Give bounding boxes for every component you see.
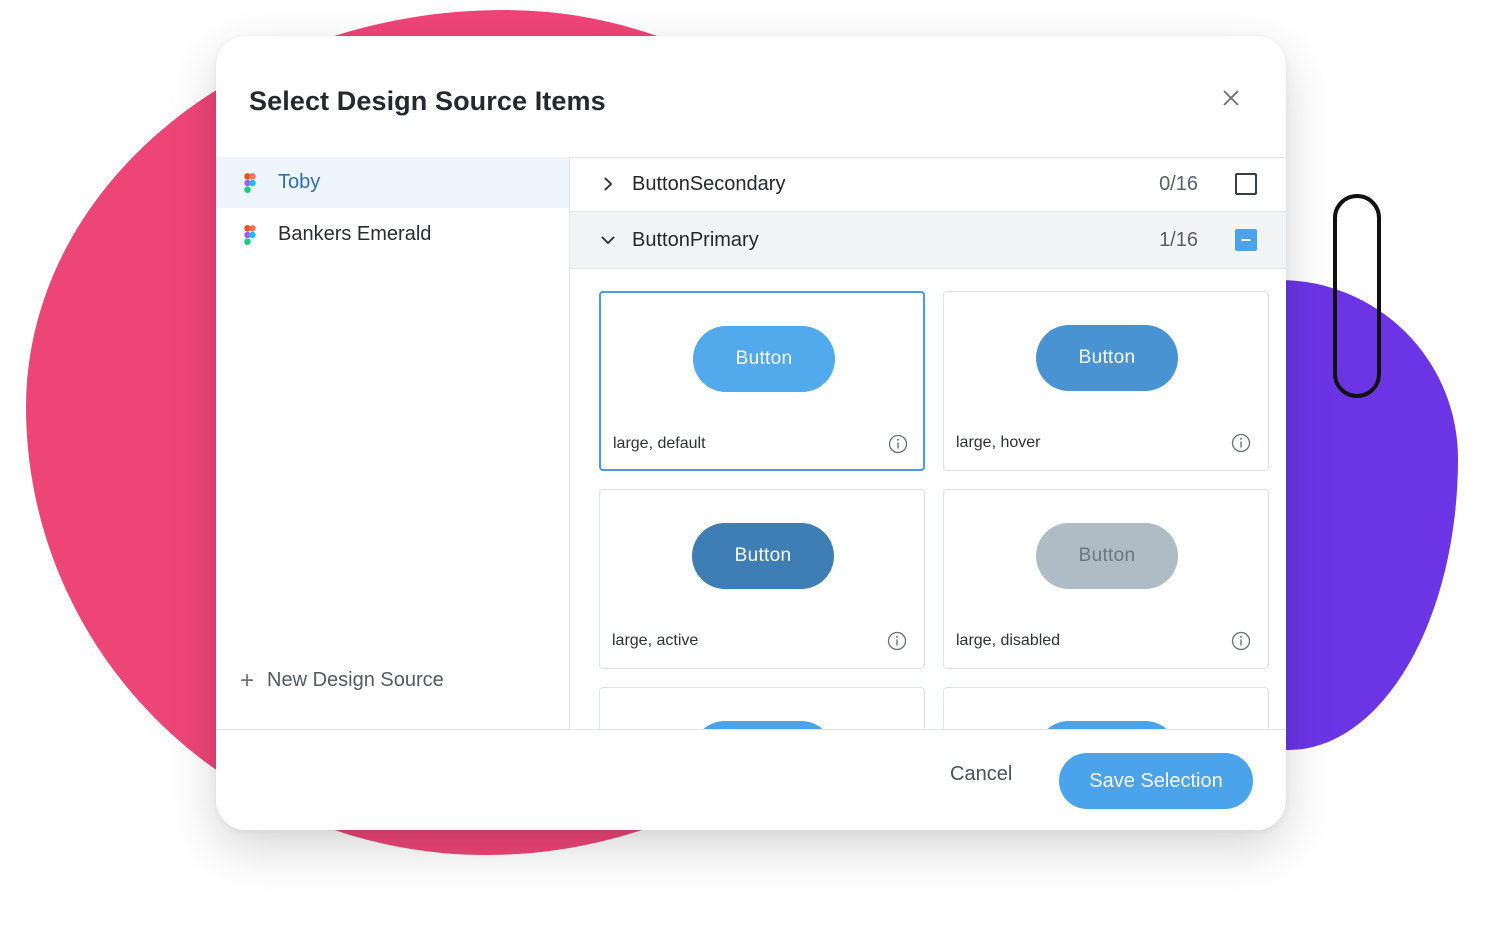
group-row-buttonsecondary[interactable]: ButtonSecondary 0/16 — [570, 157, 1286, 212]
new-design-source-label: New Design Source — [267, 669, 444, 691]
info-icon[interactable] — [1231, 433, 1251, 453]
group-row-buttonprimary[interactable]: ButtonPrimary 1/16 — [570, 212, 1286, 269]
item-card[interactable]: Button large, default — [599, 291, 925, 471]
item-label: large, default — [613, 435, 706, 452]
info-icon[interactable] — [1231, 631, 1251, 651]
item-label: large, active — [612, 632, 699, 649]
close-icon[interactable] — [1216, 83, 1246, 113]
item-label: large, disabled — [956, 632, 1061, 649]
group-checkbox-partial[interactable] — [1235, 229, 1257, 251]
chevron-down-icon — [601, 236, 615, 245]
cancel-button[interactable]: Cancel — [950, 763, 1012, 786]
item-label: large, hover — [956, 434, 1041, 451]
button-preview — [692, 721, 834, 729]
button-preview: Button — [692, 523, 834, 589]
sidebar-item-label: Toby — [278, 171, 321, 193]
info-icon[interactable] — [888, 434, 908, 454]
sidebar-item-label: Bankers Emerald — [278, 223, 432, 245]
group-count: 0/16 — [1159, 172, 1198, 195]
sidebar-item-toby[interactable]: Toby — [216, 157, 569, 208]
item-card[interactable] — [943, 687, 1269, 729]
save-selection-button[interactable]: Save Selection — [1059, 753, 1253, 809]
paperclip-decoration — [1333, 194, 1381, 398]
button-preview: Button — [1036, 523, 1178, 589]
button-preview: Button — [1036, 325, 1178, 391]
dialog-header: Select Design Source Items — [216, 36, 1286, 158]
item-card[interactable]: Button large, active — [599, 489, 925, 669]
chevron-right-icon — [604, 177, 613, 191]
item-card[interactable] — [599, 687, 925, 729]
button-preview — [1036, 721, 1178, 729]
dialog-title: Select Design Source Items — [249, 86, 606, 116]
dialog-footer: Cancel Save Selection — [216, 729, 1286, 830]
group-name: ButtonPrimary — [632, 228, 759, 251]
info-icon[interactable] — [887, 631, 907, 651]
group-name: ButtonSecondary — [632, 172, 786, 195]
group-checkbox[interactable] — [1235, 173, 1257, 195]
figma-icon — [244, 172, 256, 193]
design-source-sidebar: Toby Bankers Emerald + New Design Source — [216, 157, 570, 729]
item-card[interactable]: Button large, disabled — [943, 489, 1269, 669]
button-preview: Button — [693, 326, 835, 392]
item-card[interactable]: Button large, hover — [943, 291, 1269, 471]
plus-icon: + — [240, 666, 255, 694]
figma-icon — [244, 224, 256, 245]
component-list: ButtonSecondary 0/16 ButtonPrimary 1/16 … — [570, 157, 1286, 729]
new-design-source-button[interactable]: + New Design Source — [240, 666, 444, 694]
group-count: 1/16 — [1159, 228, 1198, 251]
select-design-source-dialog: Select Design Source Items Toby Bankers … — [216, 36, 1286, 830]
sidebar-item-bankers-emerald[interactable]: Bankers Emerald — [216, 209, 569, 260]
